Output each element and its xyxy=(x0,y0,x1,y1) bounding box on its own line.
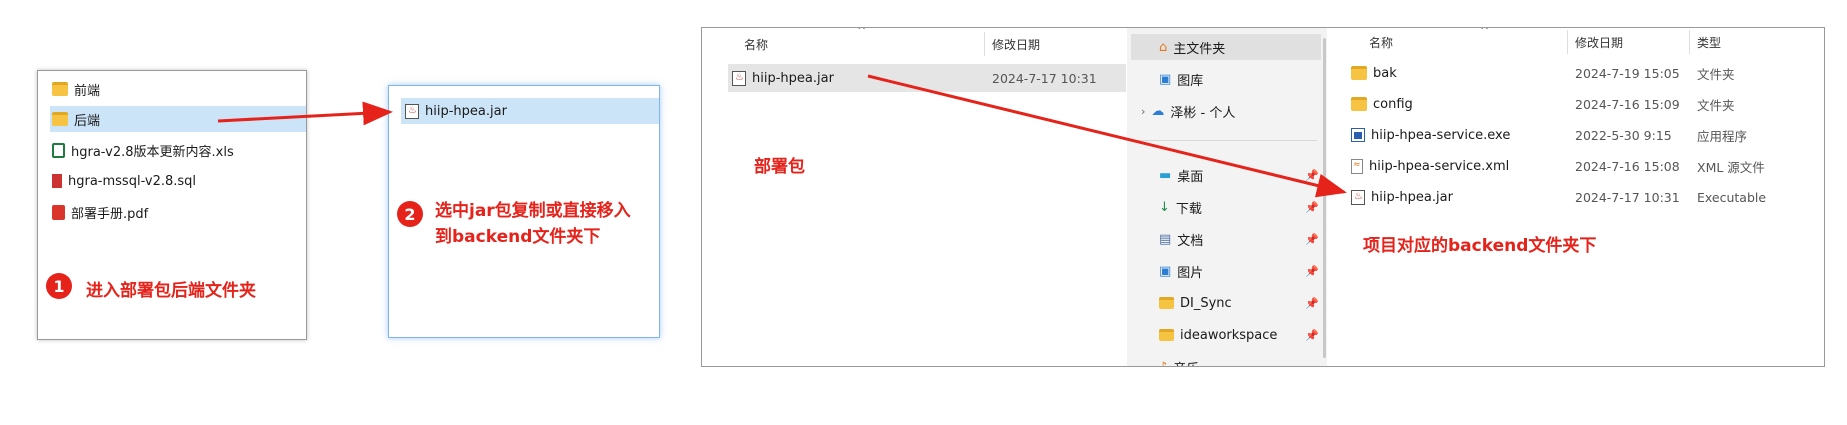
table-row[interactable]: hiip-hpea.jar 2024-7-17 10:31 xyxy=(728,64,1126,92)
nav-item-gallery[interactable]: ▣ 图库 xyxy=(1131,66,1321,92)
list-item[interactable]: hiip-hpea.jar xyxy=(401,98,659,124)
backend-folder-window: hiip-hpea.jar 2 选中jar包复制或直接移入 到backend文件… xyxy=(388,85,660,338)
column-divider xyxy=(984,32,985,56)
pin-icon[interactable]: 📌 xyxy=(1305,297,1319,310)
step1-annotation: 进入部署包后端文件夹 xyxy=(86,281,256,301)
pin-icon[interactable]: 📌 xyxy=(1305,233,1319,246)
left-file-pane: ^ 名称 修改日期 hiip-hpea.jar 2024-7-17 10:31 … xyxy=(702,27,1127,366)
pin-icon[interactable]: 📌 xyxy=(1305,329,1319,342)
desktop-icon: ▬ xyxy=(1159,167,1172,183)
xml-file-icon xyxy=(1351,158,1363,174)
nav-item-di-sync[interactable]: DI_Sync 📌 xyxy=(1131,290,1321,316)
folder-icon xyxy=(1351,66,1367,80)
file-name: 部署手册.pdf xyxy=(71,206,149,222)
chevron-right-icon[interactable]: › xyxy=(1141,105,1145,118)
pin-icon[interactable]: 📌 xyxy=(1305,265,1319,278)
table-row[interactable]: config 2024-7-16 15:09 文件夹 xyxy=(1351,91,1824,117)
step2-annotation-line2: 到backend文件夹下 xyxy=(435,227,601,247)
file-type: Executable xyxy=(1697,189,1767,205)
pdf-file-icon xyxy=(52,204,65,220)
download-icon: ↓ xyxy=(1159,199,1170,215)
file-name: hgra-mssql-v2.8.sql xyxy=(68,173,197,189)
nav-item-music[interactable]: ♪ 音乐 xyxy=(1131,354,1321,367)
column-divider xyxy=(1689,30,1690,54)
list-item[interactable]: hgra-mssql-v2.8.sql xyxy=(52,168,302,194)
excel-file-icon xyxy=(52,142,65,158)
pin-icon[interactable]: 📌 xyxy=(1305,201,1319,214)
file-type: 应用程序 xyxy=(1697,128,1748,144)
deploy-package-label: 部署包 xyxy=(754,157,805,177)
divider xyxy=(1137,140,1317,141)
file-date: 2024-7-16 15:09 xyxy=(1575,96,1680,112)
file-type: 文件夹 xyxy=(1697,97,1735,113)
column-header-type[interactable]: 类型 xyxy=(1697,34,1721,51)
folder-icon xyxy=(1351,97,1367,111)
backend-folder-label: 项目对应的backend文件夹下 xyxy=(1363,236,1597,256)
table-row[interactable]: hiip-hpea-service.xml 2024-7-16 15:08 XM… xyxy=(1351,153,1824,179)
file-explorer-window: ^ 名称 修改日期 hiip-hpea.jar 2024-7-17 10:31 … xyxy=(701,27,1825,367)
file-date: 2022-5-30 9:15 xyxy=(1575,127,1672,143)
table-row[interactable]: hiip-hpea.jar 2024-7-17 10:31 Executable xyxy=(1351,184,1824,210)
home-icon: ⌂ xyxy=(1159,39,1168,55)
file-name: 后端 xyxy=(74,113,101,129)
jar-file-icon xyxy=(1351,189,1365,205)
column-header-date[interactable]: 修改日期 xyxy=(1575,34,1623,51)
sql-file-icon xyxy=(52,174,62,188)
column-header-name[interactable]: 名称 xyxy=(744,36,768,53)
nav-item-ideaworkspace[interactable]: ideaworkspace 📌 xyxy=(1131,322,1321,348)
nav-item-documents[interactable]: ▤ 文档 📌 xyxy=(1131,226,1321,252)
nav-item-desktop[interactable]: ▬ 桌面 📌 xyxy=(1131,162,1321,188)
column-header-name[interactable]: 名称 xyxy=(1369,34,1393,51)
nav-item-pictures[interactable]: ▣ 图片 📌 xyxy=(1131,258,1321,284)
step-number-badge: 1 xyxy=(46,273,72,299)
jar-file-icon xyxy=(405,103,419,119)
nav-item-onedrive[interactable]: › ☁ 泽彬 - 个人 xyxy=(1131,98,1321,124)
right-file-pane: ^ 名称 修改日期 类型 bak 2024-7-19 15:05 文件夹 con… xyxy=(1327,27,1824,366)
list-item[interactable]: 后端 xyxy=(50,106,306,132)
file-date: 2024-7-16 15:08 xyxy=(1575,158,1680,174)
step-number-badge: 2 xyxy=(397,201,423,227)
table-row[interactable]: hiip-hpea-service.exe 2022-5-30 9:15 应用程… xyxy=(1351,122,1824,148)
nav-item-home[interactable]: ⌂ 主文件夹 xyxy=(1131,34,1321,60)
list-item[interactable]: 前端 xyxy=(52,76,302,102)
file-name: hiip-hpea.jar xyxy=(425,103,507,119)
picture-icon: ▣ xyxy=(1159,263,1172,279)
jar-file-icon xyxy=(732,70,746,86)
step2-annotation-line1: 选中jar包复制或直接移入 xyxy=(435,201,631,221)
folder-icon xyxy=(52,112,68,126)
pin-icon[interactable]: 📌 xyxy=(1305,169,1319,182)
column-header-date[interactable]: 修改日期 xyxy=(992,36,1040,53)
file-name: hiip-hpea-service.exe xyxy=(1371,127,1511,143)
column-divider xyxy=(1567,30,1568,54)
file-name: hiip-hpea-service.xml xyxy=(1369,158,1510,174)
sort-caret-icon: ^ xyxy=(857,27,867,37)
sort-caret-icon: ^ xyxy=(1480,27,1490,37)
scrollbar[interactable] xyxy=(1323,38,1326,358)
file-name: hgra-v2.8版本更新内容.xls xyxy=(71,144,234,160)
music-icon: ♪ xyxy=(1159,359,1168,367)
file-date: 2024-7-17 10:31 xyxy=(1575,189,1680,205)
application-icon xyxy=(1351,128,1365,142)
cloud-icon: ☁ xyxy=(1151,103,1165,119)
document-icon: ▤ xyxy=(1159,231,1172,247)
file-name: bak xyxy=(1373,65,1397,81)
file-name: hiip-hpea.jar xyxy=(1371,189,1453,205)
file-name: 前端 xyxy=(74,83,101,99)
nav-item-downloads[interactable]: ↓ 下载 📌 xyxy=(1131,194,1321,220)
list-item[interactable]: 部署手册.pdf xyxy=(52,199,302,225)
folder-icon xyxy=(52,82,68,96)
file-type: 文件夹 xyxy=(1697,66,1735,82)
file-date: 2024-7-17 10:31 xyxy=(992,70,1097,86)
folder-icon xyxy=(1159,329,1174,341)
gallery-icon: ▣ xyxy=(1159,71,1172,87)
navigation-pane: ⌂ 主文件夹 ▣ 图库 › ☁ 泽彬 - 个人 ▬ 桌面 📌 ↓ 下载 📌 ▤ … xyxy=(1127,28,1327,367)
table-row[interactable]: bak 2024-7-19 15:05 文件夹 xyxy=(1351,60,1824,86)
file-name: config xyxy=(1373,96,1413,112)
deploy-package-window: 前端 后端 hgra-v2.8版本更新内容.xls hgra-mssql-v2.… xyxy=(37,70,307,340)
list-item[interactable]: hgra-v2.8版本更新内容.xls xyxy=(52,137,302,163)
file-date: 2024-7-19 15:05 xyxy=(1575,65,1680,81)
file-name: hiip-hpea.jar xyxy=(752,70,834,86)
folder-icon xyxy=(1159,297,1174,309)
file-type: XML 源文件 xyxy=(1697,159,1765,175)
